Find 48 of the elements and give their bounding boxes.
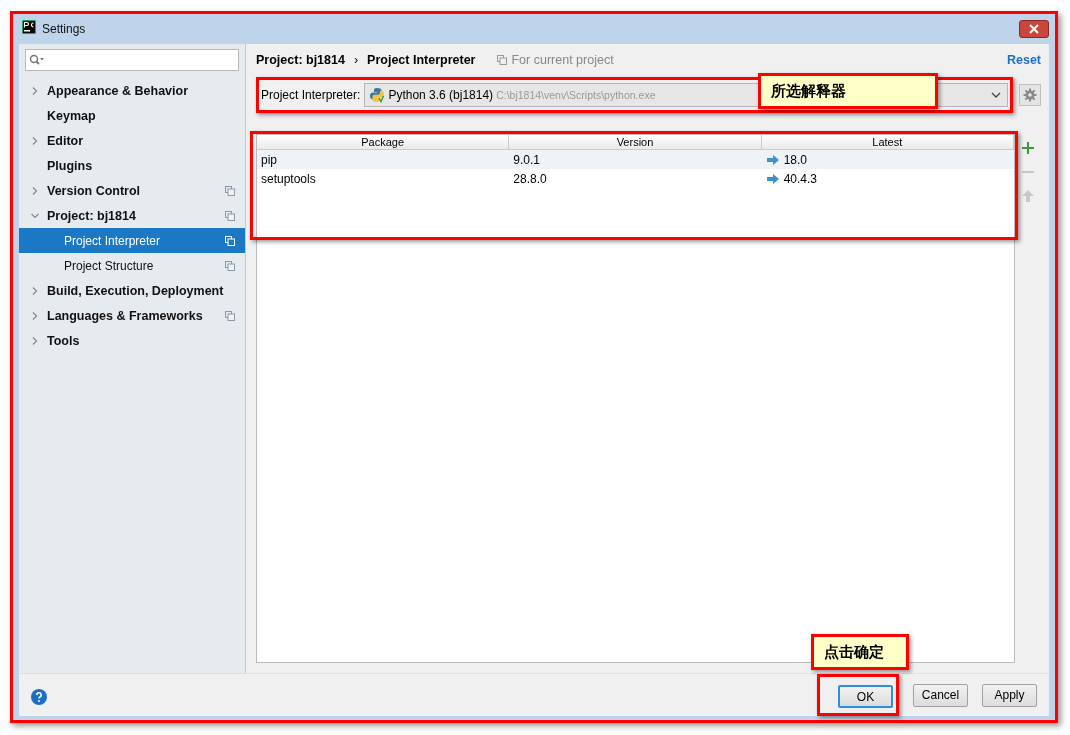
annotation-tooltip: 所选解释器	[758, 73, 938, 109]
sidebar-item[interactable]: Appearance & Behavior	[19, 78, 245, 103]
interpreter-name: Python 3.6 (bj1814)	[388, 88, 494, 102]
search-field[interactable]	[25, 49, 239, 71]
close-icon	[1029, 24, 1039, 34]
sidebar-item[interactable]: Project Interpreter	[19, 228, 245, 253]
table-cell: 40.4.3	[783, 171, 818, 186]
dialog-button[interactable]: Cancel	[913, 683, 968, 707]
copy-icon	[497, 55, 508, 65]
close-button[interactable]	[1019, 20, 1049, 38]
plus-icon	[1022, 142, 1034, 154]
table-row[interactable]: setuptools 28.8.0 40.4.3	[257, 169, 1014, 188]
settings-button[interactable]	[1019, 84, 1041, 106]
table-cell-text: 9.0.1	[512, 152, 542, 167]
column-header[interactable]: Latest	[761, 135, 1014, 149]
table-row[interactable]: pip 9.0.1 18.0	[257, 150, 1014, 169]
interpreter-label: Project Interpreter:	[261, 88, 361, 102]
reset-link[interactable]: Reset	[1006, 53, 1041, 67]
sidebar-item[interactable]: Build, Execution, Deployment	[19, 278, 245, 303]
dialog-button[interactable]: OK	[838, 685, 893, 708]
python-icon	[369, 87, 386, 103]
window-title: Settings	[42, 22, 86, 36]
chevron-down-icon	[991, 92, 1001, 98]
annotation-tooltip: 点击确定	[811, 634, 909, 670]
column-header[interactable]: Version	[509, 135, 762, 149]
sidebar-item[interactable]: Version Control	[19, 178, 245, 203]
sidebar-item[interactable]: Languages & Frameworks	[19, 303, 245, 328]
breadcrumb-item: Project: bj1814	[256, 53, 345, 67]
sidebar-item[interactable]: Keymap	[19, 103, 245, 128]
dialog-button[interactable]: Apply	[982, 683, 1037, 707]
table-cell-text: pip	[260, 152, 278, 167]
column-header[interactable]: Package	[257, 135, 510, 149]
table-cell: 18.0	[783, 152, 807, 167]
scope-note: For current project	[511, 53, 614, 67]
settings-icon	[1023, 88, 1037, 102]
search-icon	[29, 54, 45, 66]
interpreter-path: C:\bj1814\venv\Scripts\python.exe	[496, 89, 656, 101]
breadcrumb-item: Project Interpreter	[367, 53, 476, 67]
sidebar-item[interactable]: Editor	[19, 128, 245, 153]
sidebar-item[interactable]: Project: bj1814	[19, 203, 245, 228]
sidebar-item[interactable]: Project Structure	[19, 253, 245, 278]
table-cell-text: setuptools	[260, 171, 317, 186]
table-cell-text: 28.8.0	[512, 171, 548, 186]
sidebar-item[interactable]: Tools	[19, 328, 245, 353]
breadcrumb-separator: ›	[353, 53, 359, 67]
help-icon[interactable]	[31, 689, 47, 705]
sidebar-item[interactable]: Plugins	[19, 153, 245, 178]
arrow-up-icon	[1022, 190, 1034, 202]
